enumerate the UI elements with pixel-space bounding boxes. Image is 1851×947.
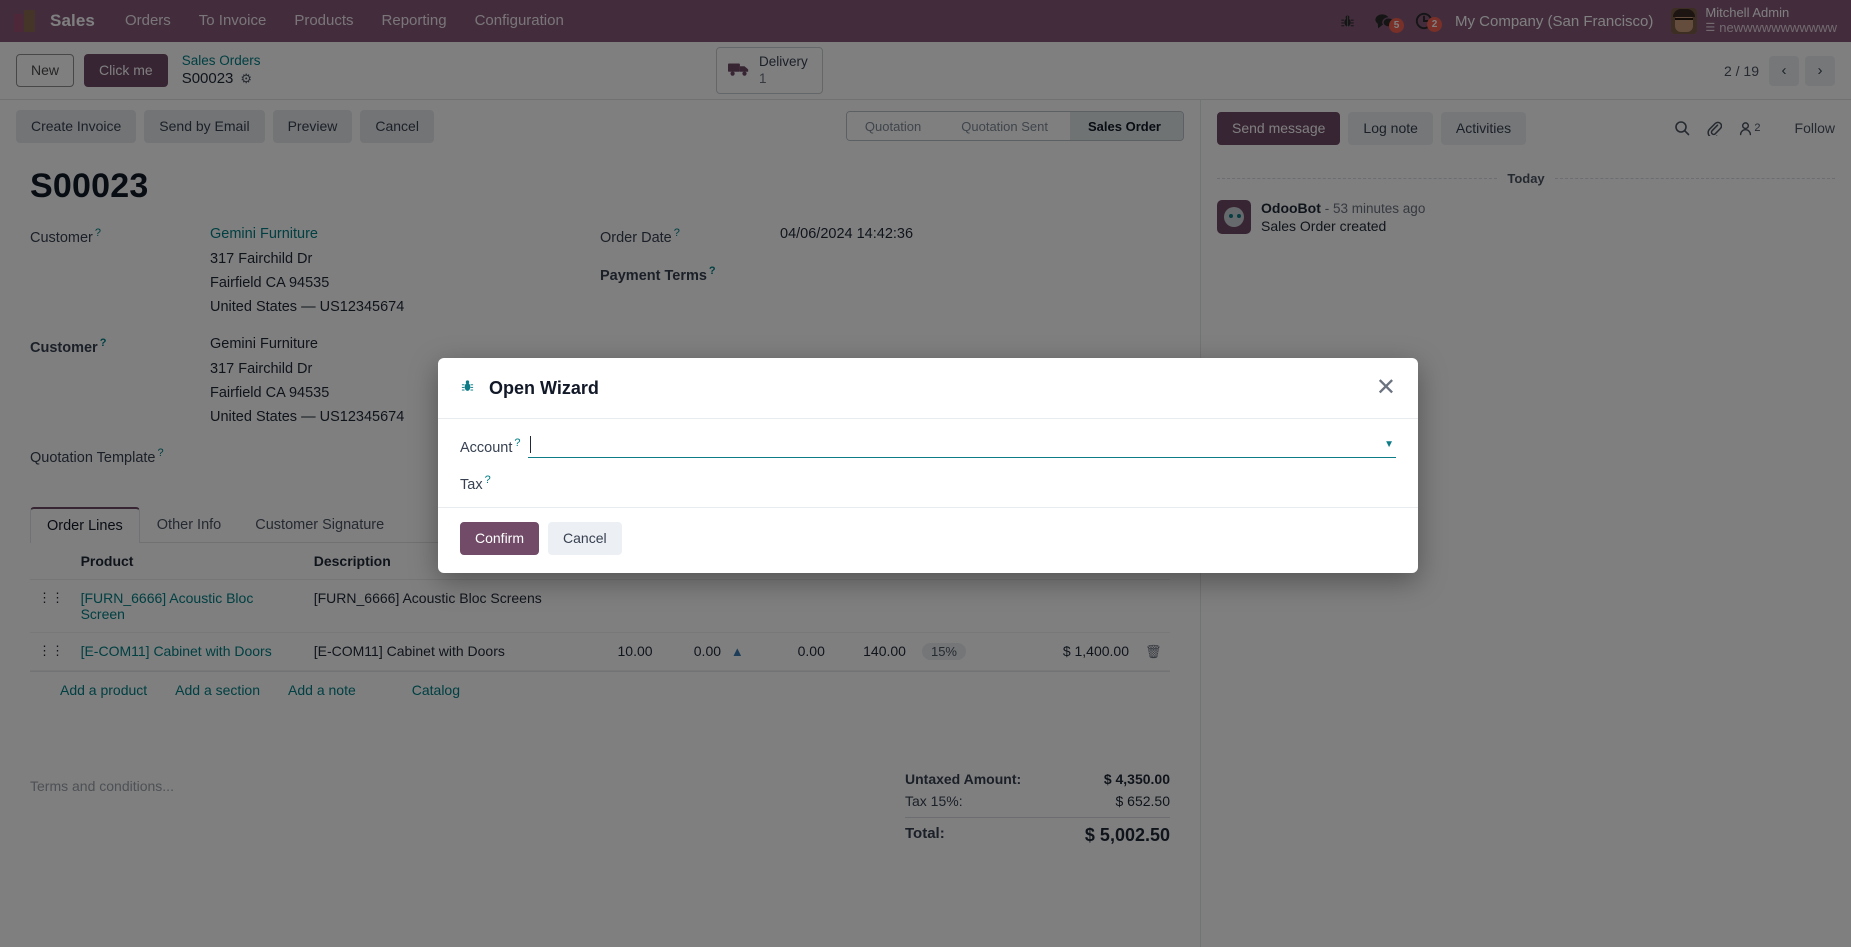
account-field-label: Account? <box>460 437 528 456</box>
open-wizard-dialog: Open Wizard ✕ Account? ▼ Tax? Confirm Ca… <box>438 358 1418 573</box>
dialog-footer: Confirm Cancel <box>438 506 1418 573</box>
help-icon[interactable]: ? <box>514 437 520 449</box>
tax-label-text: Tax <box>460 476 483 493</box>
dialog-title: Open Wizard <box>489 377 599 398</box>
help-icon[interactable]: ? <box>485 474 491 486</box>
account-field-wrap: ▼ <box>528 435 1396 458</box>
account-field-row: Account? ▼ <box>460 435 1396 458</box>
close-icon[interactable]: ✕ <box>1376 376 1396 400</box>
cancel-button[interactable]: Cancel <box>548 521 622 555</box>
bug-icon <box>460 378 475 399</box>
tax-field-row: Tax? <box>460 474 1396 493</box>
tax-field-label: Tax? <box>460 474 528 493</box>
text-cursor <box>530 436 531 453</box>
confirm-button[interactable]: Confirm <box>460 521 540 555</box>
dialog-body: Account? ▼ Tax? <box>438 419 1418 507</box>
account-label-text: Account <box>460 439 513 456</box>
dialog-header: Open Wizard ✕ <box>438 358 1418 419</box>
account-input[interactable] <box>528 435 1396 458</box>
